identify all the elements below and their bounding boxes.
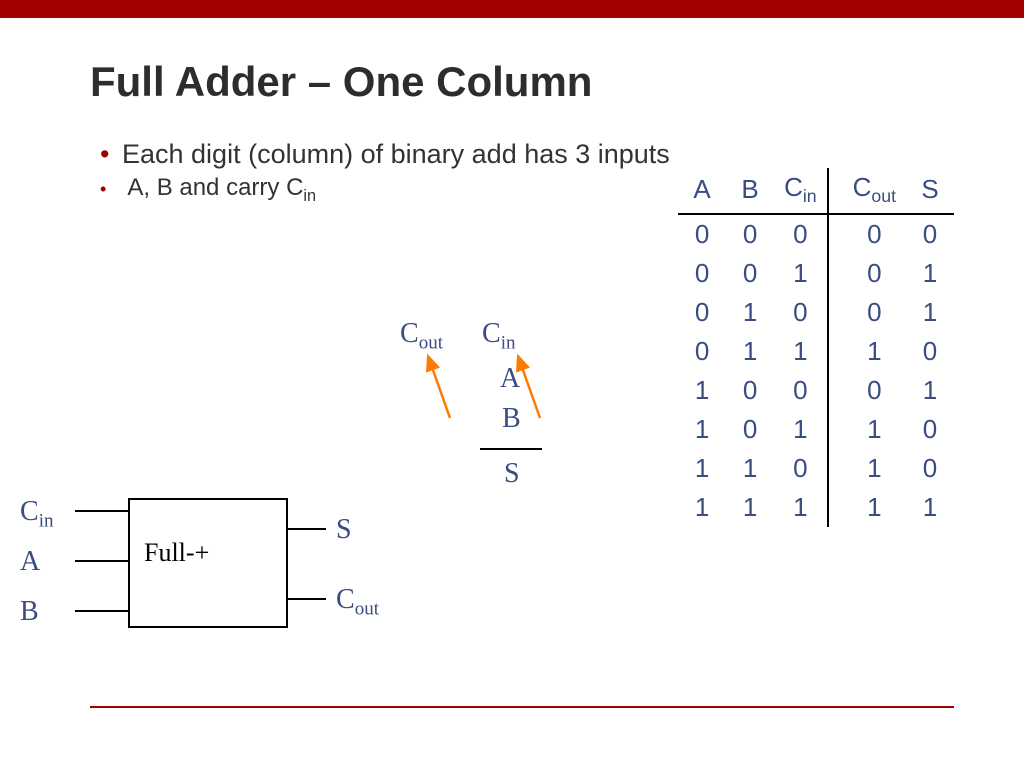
cell-s: 0 (906, 332, 954, 371)
table-row: 10110 (678, 410, 954, 449)
block-in-cin-sub: in (39, 511, 54, 532)
cell-s: 1 (906, 293, 954, 332)
cell-s: 0 (906, 410, 954, 449)
slide-body: Full Adder – One Column Each digit (colu… (0, 18, 1024, 768)
cell-b: 1 (726, 488, 774, 527)
cell-a: 0 (678, 254, 726, 293)
table-row: 01110 (678, 332, 954, 371)
th-cin: Cin (774, 168, 828, 214)
wire-cin (75, 510, 128, 512)
cell-b: 0 (726, 214, 774, 254)
cell-a: 1 (678, 449, 726, 488)
column-add-diagram: Cout Cin A B S (390, 318, 590, 518)
cell-cout: 1 (828, 488, 906, 527)
footer-rule (90, 706, 954, 708)
cell-a: 0 (678, 332, 726, 371)
table-row: 10001 (678, 371, 954, 410)
th-cout-main: C (853, 172, 872, 202)
block-out-cout: Cout (336, 584, 379, 621)
th-cin-sub: in (803, 186, 817, 206)
cell-cout: 0 (828, 214, 906, 254)
cell-a: 1 (678, 371, 726, 410)
cell-cin: 1 (774, 488, 828, 527)
bullet-main: Each digit (column) of binary add has 3 … (100, 136, 954, 172)
table-row: 00000 (678, 214, 954, 254)
cell-a: 1 (678, 488, 726, 527)
block-in-a: A (20, 546, 40, 578)
table-row: 11010 (678, 449, 954, 488)
block-out-cout-sub: out (355, 599, 379, 620)
coladd-arrows (390, 318, 590, 518)
wire-cout (288, 598, 326, 600)
block-box-label: Full-+ (144, 538, 209, 567)
cell-cin: 0 (774, 449, 828, 488)
cell-cin: 1 (774, 332, 828, 371)
th-cin-main: C (784, 172, 803, 202)
cell-s: 0 (906, 449, 954, 488)
cell-a: 0 (678, 214, 726, 254)
cell-cin: 0 (774, 293, 828, 332)
cell-cout: 1 (828, 449, 906, 488)
block-in-b: B (20, 596, 39, 628)
bullet-sub-subscript: in (303, 187, 316, 205)
cell-cin: 0 (774, 371, 828, 410)
cell-b: 1 (726, 332, 774, 371)
cell-cin: 0 (774, 214, 828, 254)
cell-a: 1 (678, 410, 726, 449)
cell-a: 0 (678, 293, 726, 332)
cell-b: 1 (726, 449, 774, 488)
th-cout: Cout (828, 168, 906, 214)
truth-table: A B Cin Cout S 0000000101010010111010001… (678, 168, 954, 527)
th-s: S (906, 168, 954, 214)
block-diagram: Cin A B Full-+ S Cout (20, 488, 380, 688)
wire-a (75, 560, 128, 562)
cell-cout: 1 (828, 332, 906, 371)
cell-b: 0 (726, 410, 774, 449)
block-box: Full-+ (128, 498, 288, 628)
cell-s: 1 (906, 488, 954, 527)
bullet-sub-text: A, B and carry C (127, 174, 303, 201)
cell-cout: 0 (828, 254, 906, 293)
cell-b: 0 (726, 371, 774, 410)
top-accent-bar (0, 0, 1024, 18)
cell-cin: 1 (774, 254, 828, 293)
table-row: 00101 (678, 254, 954, 293)
table-row: 11111 (678, 488, 954, 527)
th-a: A (678, 168, 726, 214)
wire-s (288, 528, 326, 530)
block-out-cout-main: C (336, 584, 355, 615)
cell-s: 1 (906, 371, 954, 410)
cell-s: 1 (906, 254, 954, 293)
th-cout-sub: out (871, 186, 896, 206)
block-in-cin: Cin (20, 496, 54, 533)
cell-s: 0 (906, 214, 954, 254)
cell-cout: 0 (828, 293, 906, 332)
table-row: 01001 (678, 293, 954, 332)
th-b: B (726, 168, 774, 214)
cell-b: 0 (726, 254, 774, 293)
truth-header-row: A B Cin Cout S (678, 168, 954, 214)
block-in-cin-main: C (20, 496, 39, 527)
cell-cin: 1 (774, 410, 828, 449)
slide-title: Full Adder – One Column (90, 58, 954, 106)
wire-b (75, 610, 128, 612)
block-out-s: S (336, 514, 352, 546)
cell-b: 1 (726, 293, 774, 332)
cell-cout: 0 (828, 371, 906, 410)
cell-cout: 1 (828, 410, 906, 449)
